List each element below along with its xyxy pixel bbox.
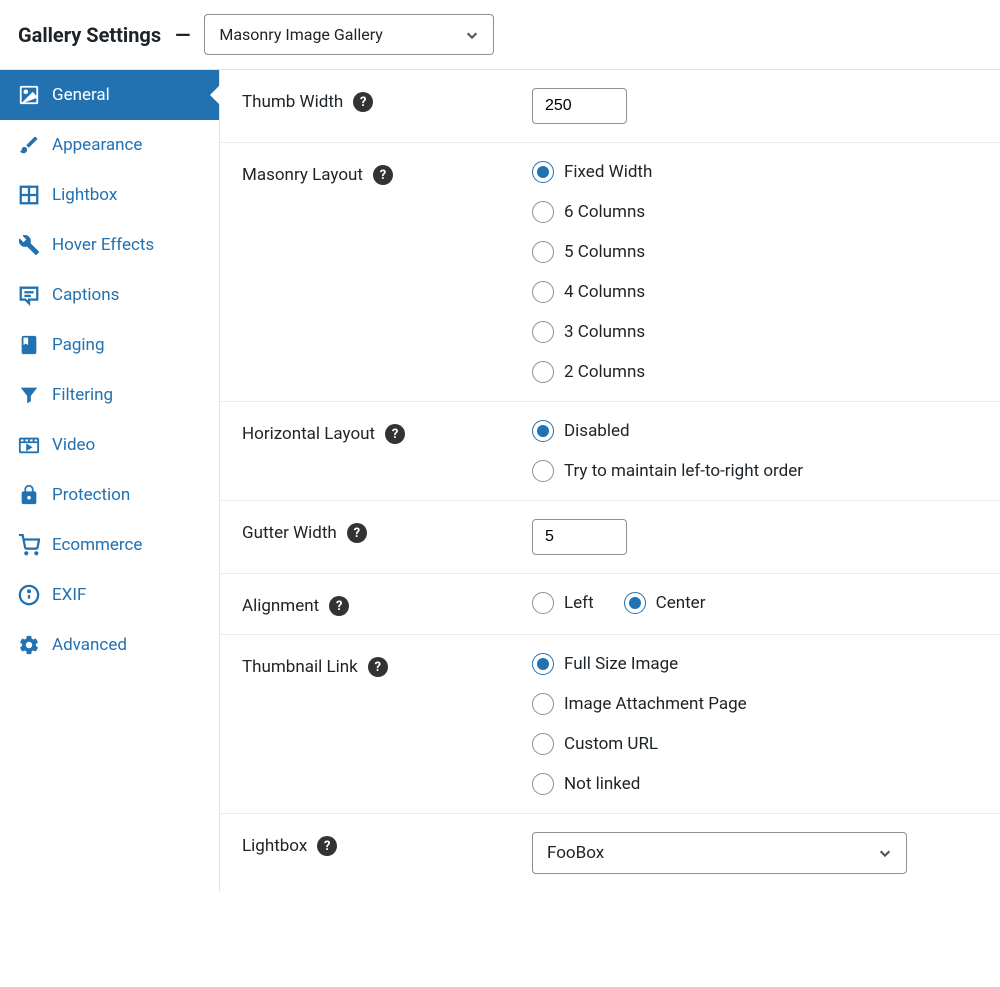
- header-dash: —: [175, 23, 190, 47]
- sidebar-item-label: General: [52, 85, 110, 105]
- sidebar-item-ecommerce[interactable]: Ecommerce: [0, 520, 219, 570]
- sidebar-item-filtering[interactable]: Filtering: [0, 370, 219, 420]
- field-gutter-width: Gutter Width ?: [220, 501, 1000, 574]
- sidebar-item-appearance[interactable]: Appearance: [0, 120, 219, 170]
- radio-2-columns[interactable]: 2 Columns: [532, 361, 978, 383]
- sidebar-item-general[interactable]: General: [0, 70, 219, 120]
- filter-icon: [18, 384, 40, 406]
- sidebar-item-label: EXIF: [52, 585, 86, 605]
- radio-4-columns[interactable]: 4 Columns: [532, 281, 978, 303]
- settings-sidebar: General Appearance Lightbox Hover Effect…: [0, 70, 220, 892]
- field-label: Gutter Width ?: [242, 519, 532, 543]
- alignment-radio-group: Left Center: [532, 592, 978, 614]
- sidebar-item-captions[interactable]: Captions: [0, 270, 219, 320]
- help-icon[interactable]: ?: [329, 596, 349, 616]
- thumbnail-link-radio-group: Full Size Image Image Attachment Page Cu…: [532, 653, 978, 795]
- settings-header: Gallery Settings — Masonry Image Gallery: [0, 0, 1000, 69]
- sidebar-item-label: Video: [52, 435, 95, 455]
- radio-center[interactable]: Center: [624, 592, 706, 614]
- sidebar-item-label: Lightbox: [52, 185, 117, 205]
- main-layout: General Appearance Lightbox Hover Effect…: [0, 70, 1000, 892]
- sidebar-item-hover-effects[interactable]: Hover Effects: [0, 220, 219, 270]
- field-label: Thumbnail Link ?: [242, 653, 532, 677]
- video-icon: [18, 434, 40, 456]
- sidebar-item-label: Hover Effects: [52, 235, 154, 255]
- sidebar-item-advanced[interactable]: Advanced: [0, 620, 219, 670]
- lightbox-select-value: FooBox: [547, 843, 604, 863]
- field-masonry-layout: Masonry Layout ? Fixed Width 6 Columns 5…: [220, 143, 1000, 402]
- field-label: Masonry Layout ?: [242, 161, 532, 185]
- sidebar-item-protection[interactable]: Protection: [0, 470, 219, 520]
- lock-icon: [18, 484, 40, 506]
- help-icon[interactable]: ?: [385, 424, 405, 444]
- sidebar-item-label: Appearance: [52, 135, 142, 155]
- radio-not-linked[interactable]: Not linked: [532, 773, 978, 795]
- field-label: Horizontal Layout ?: [242, 420, 532, 444]
- chevron-down-icon: [465, 28, 479, 42]
- template-select[interactable]: Masonry Image Gallery: [204, 14, 494, 55]
- lightbox-select[interactable]: FooBox: [532, 832, 907, 874]
- sidebar-item-label: Protection: [52, 485, 130, 505]
- book-icon: [18, 334, 40, 356]
- radio-5-columns[interactable]: 5 Columns: [532, 241, 978, 263]
- sidebar-item-paging[interactable]: Paging: [0, 320, 219, 370]
- sidebar-item-label: Ecommerce: [52, 535, 142, 555]
- radio-left[interactable]: Left: [532, 592, 594, 614]
- settings-content: Thumb Width ? Masonry Layout ? Fixed Wid…: [220, 70, 1000, 892]
- help-icon[interactable]: ?: [353, 92, 373, 112]
- field-horizontal-layout: Horizontal Layout ? Disabled Try to main…: [220, 402, 1000, 501]
- field-label: Thumb Width ?: [242, 88, 532, 112]
- sidebar-item-exif[interactable]: EXIF: [0, 570, 219, 620]
- gutter-width-input[interactable]: [532, 519, 627, 555]
- chevron-down-icon: [878, 846, 892, 860]
- comment-icon: [18, 284, 40, 306]
- field-thumb-width: Thumb Width ?: [220, 70, 1000, 143]
- radio-attachment-page[interactable]: Image Attachment Page: [532, 693, 978, 715]
- sidebar-item-label: Filtering: [52, 385, 113, 405]
- radio-disabled[interactable]: Disabled: [532, 420, 978, 442]
- sidebar-item-label: Paging: [52, 335, 105, 355]
- radio-6-columns[interactable]: 6 Columns: [532, 201, 978, 223]
- image-icon: [18, 84, 40, 106]
- radio-fixed-width[interactable]: Fixed Width: [532, 161, 978, 183]
- header-title: Gallery Settings: [18, 23, 161, 47]
- radio-full-size[interactable]: Full Size Image: [532, 653, 978, 675]
- help-icon[interactable]: ?: [347, 523, 367, 543]
- field-thumbnail-link: Thumbnail Link ? Full Size Image Image A…: [220, 635, 1000, 814]
- sidebar-item-lightbox[interactable]: Lightbox: [0, 170, 219, 220]
- wrench-icon: [18, 234, 40, 256]
- field-label: Lightbox ?: [242, 832, 532, 856]
- brush-icon: [18, 134, 40, 156]
- field-alignment: Alignment ? Left Center: [220, 574, 1000, 635]
- help-icon[interactable]: ?: [317, 836, 337, 856]
- template-select-value: Masonry Image Gallery: [219, 25, 383, 44]
- field-label: Alignment ?: [242, 592, 532, 616]
- radio-custom-url[interactable]: Custom URL: [532, 733, 978, 755]
- thumb-width-input[interactable]: [532, 88, 627, 124]
- sidebar-item-label: Captions: [52, 285, 119, 305]
- radio-maintain-order[interactable]: Try to maintain lef-to-right order: [532, 460, 978, 482]
- sidebar-item-label: Advanced: [52, 635, 127, 655]
- grid-icon: [18, 184, 40, 206]
- radio-3-columns[interactable]: 3 Columns: [532, 321, 978, 343]
- masonry-layout-radio-group: Fixed Width 6 Columns 5 Columns 4 Column…: [532, 161, 978, 383]
- field-lightbox: Lightbox ? FooBox: [220, 814, 1000, 892]
- cart-icon: [18, 534, 40, 556]
- gear-icon: [18, 634, 40, 656]
- help-icon[interactable]: ?: [368, 657, 388, 677]
- sidebar-item-video[interactable]: Video: [0, 420, 219, 470]
- info-icon: [18, 584, 40, 606]
- help-icon[interactable]: ?: [373, 165, 393, 185]
- horizontal-layout-radio-group: Disabled Try to maintain lef-to-right or…: [532, 420, 978, 482]
